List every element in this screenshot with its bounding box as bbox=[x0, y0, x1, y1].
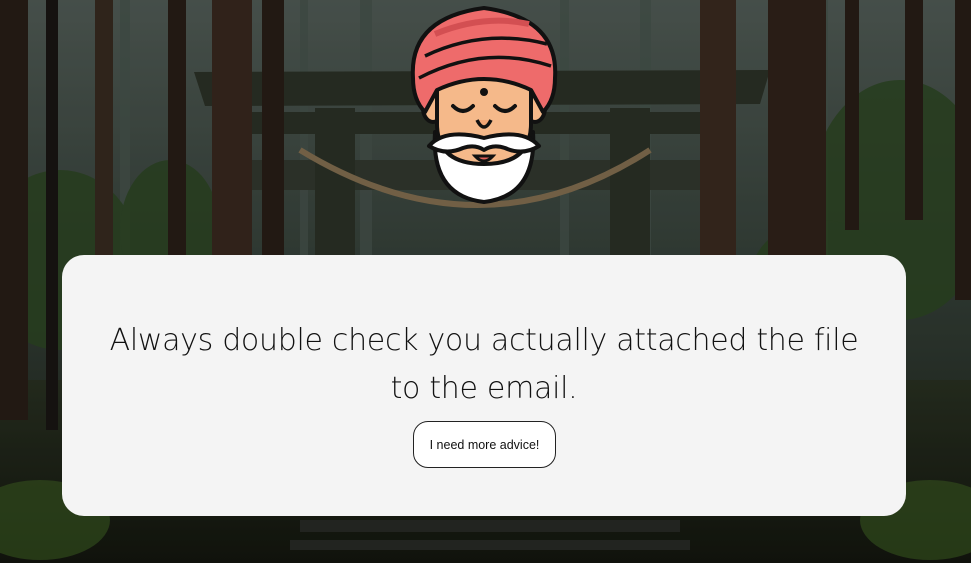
advice-card: Always double check you actually attache… bbox=[62, 255, 906, 516]
advice-quote: Always double check you actually attache… bbox=[109, 323, 859, 406]
turbaned-sage-icon bbox=[405, 4, 563, 206]
more-advice-button[interactable]: I need more advice! bbox=[413, 421, 556, 468]
